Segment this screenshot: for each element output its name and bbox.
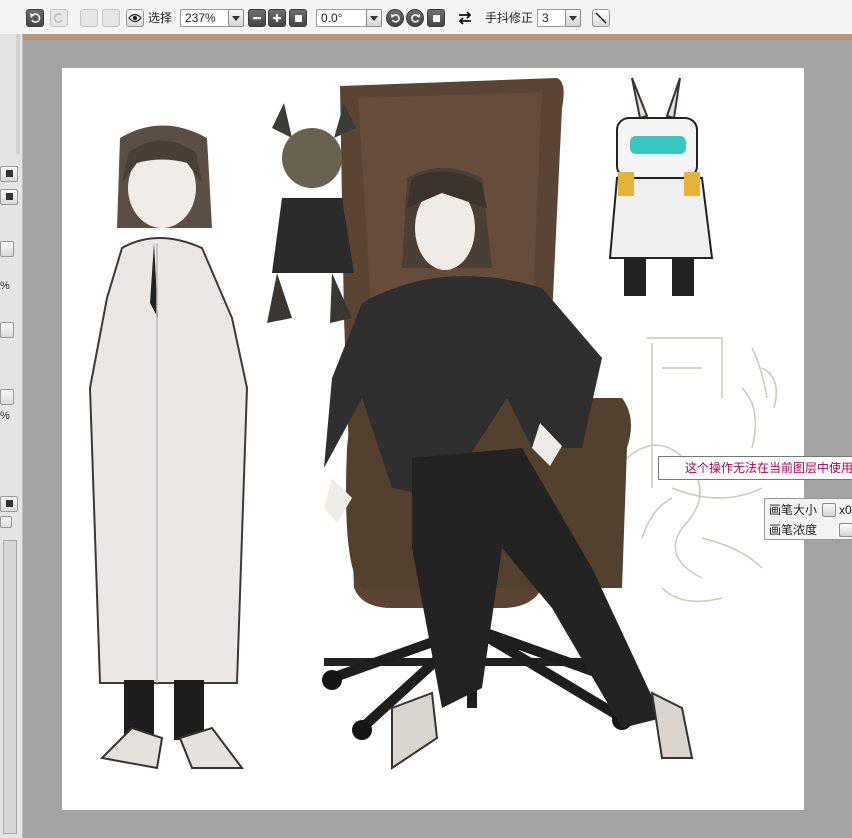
brush-density-label: 画笔浓度 bbox=[769, 523, 818, 537]
layer-scrollbar[interactable] bbox=[3, 540, 17, 834]
rotate-left-icon bbox=[390, 13, 400, 23]
warning-tooltip: 这个操作无法在当前图层中使用 bbox=[658, 456, 852, 480]
zoom-reset-button[interactable] bbox=[289, 9, 307, 27]
panel-button-1[interactable] bbox=[0, 166, 18, 182]
selection-visibility-button[interactable] bbox=[126, 9, 144, 27]
stabilizer-label: 手抖修正 bbox=[485, 11, 534, 25]
zoom-in-button[interactable] bbox=[268, 9, 286, 27]
panel-button-2[interactable] bbox=[0, 189, 18, 205]
line-tool-button[interactable] bbox=[592, 9, 610, 27]
brush-size-label: 画笔大小 bbox=[769, 503, 818, 517]
plus-icon bbox=[273, 14, 281, 22]
line-tool-icon bbox=[595, 12, 607, 24]
stop-icon bbox=[294, 14, 302, 22]
percent-label-1: % bbox=[0, 280, 10, 292]
rotation-dropdown[interactable] bbox=[366, 9, 382, 27]
rotation-reset-button[interactable] bbox=[427, 9, 445, 27]
lab-coat-character bbox=[88, 125, 249, 770]
stop-icon bbox=[6, 170, 13, 177]
chevron-down-icon bbox=[370, 15, 378, 21]
percent-label-2: % bbox=[0, 410, 10, 422]
panel-dropdown-1[interactable] bbox=[0, 241, 14, 257]
panel-dropdown-2[interactable] bbox=[0, 322, 14, 338]
redo-button[interactable] bbox=[50, 9, 68, 27]
minus-icon bbox=[253, 17, 261, 20]
stop-icon bbox=[6, 193, 13, 200]
artwork bbox=[88, 77, 777, 770]
brush-density-slider[interactable] bbox=[839, 523, 852, 537]
zoom-field[interactable]: 237% bbox=[180, 9, 230, 27]
top-toolbar: 选择 237% 0.0° 手抖修正 3 bbox=[0, 0, 852, 35]
rotate-right-button[interactable] bbox=[406, 9, 424, 27]
stop-icon bbox=[6, 500, 13, 507]
rotate-right-icon bbox=[410, 13, 420, 23]
drawing-canvas[interactable] bbox=[62, 68, 804, 810]
rotation-field[interactable]: 0.0° bbox=[316, 9, 368, 27]
disabled-tool-button-1[interactable] bbox=[80, 9, 98, 27]
eye-icon bbox=[128, 13, 142, 23]
panel-add-button[interactable] bbox=[0, 516, 12, 528]
left-panel: % % bbox=[0, 34, 23, 838]
stop-icon bbox=[432, 14, 440, 22]
canvas-top-highlight bbox=[23, 34, 852, 40]
brush-settings-panel: 画笔大小 x0 画笔浓度 bbox=[764, 498, 852, 540]
stabilizer-field[interactable]: 3 bbox=[537, 9, 567, 27]
zoom-out-button[interactable] bbox=[248, 9, 266, 27]
chevron-down-icon bbox=[232, 15, 240, 21]
undo-button[interactable] bbox=[26, 9, 44, 27]
flip-icon bbox=[458, 11, 472, 25]
disabled-tool-button-2[interactable] bbox=[102, 9, 120, 27]
brush-size-dropdown[interactable] bbox=[822, 503, 836, 517]
panel-button-3[interactable] bbox=[0, 496, 18, 512]
zoom-dropdown[interactable] bbox=[228, 9, 244, 27]
rotate-left-button[interactable] bbox=[386, 9, 404, 27]
undo-icon bbox=[30, 13, 41, 23]
flip-button[interactable] bbox=[455, 9, 475, 27]
chevron-down-icon bbox=[569, 15, 577, 21]
helmet-rabbit-character bbox=[608, 77, 714, 296]
panel-dropdown-3[interactable] bbox=[0, 389, 14, 405]
redo-icon bbox=[53, 13, 63, 23]
panel-scrollbar-top[interactable] bbox=[16, 34, 20, 154]
select-label: 选择 bbox=[148, 11, 173, 25]
brush-size-value[interactable]: x0 bbox=[839, 502, 852, 518]
stabilizer-dropdown[interactable] bbox=[565, 9, 581, 27]
